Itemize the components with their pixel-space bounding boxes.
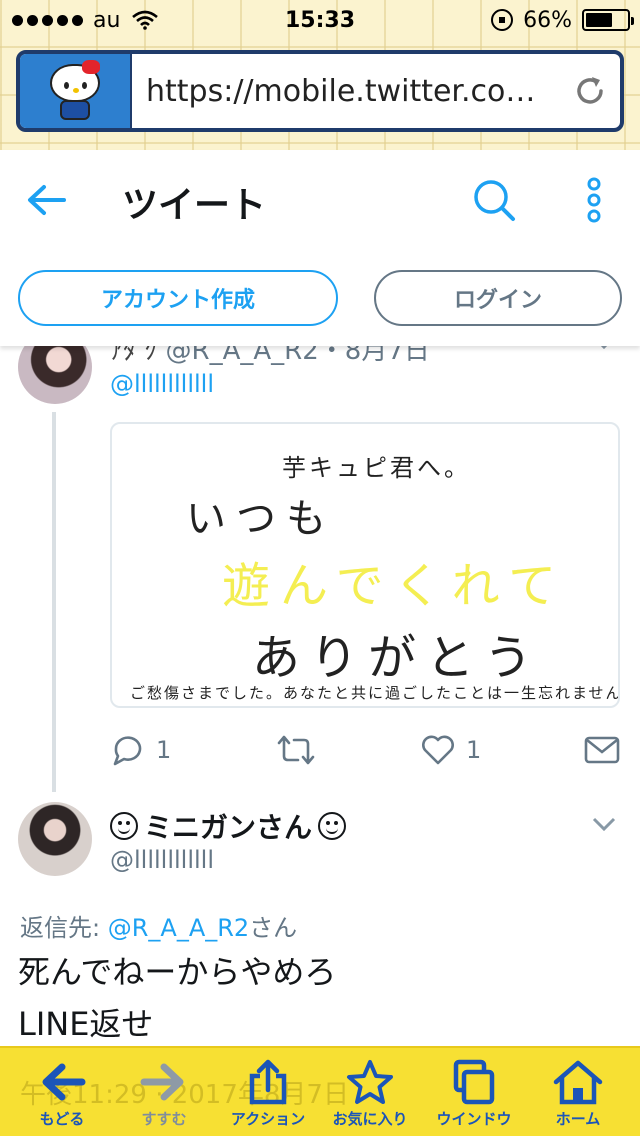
thread-connector xyxy=(52,412,56,792)
back-arrow-icon xyxy=(42,1063,86,1101)
mention-link[interactable]: @llllllllllll xyxy=(110,370,214,398)
action-button[interactable]: アクション xyxy=(218,1058,318,1134)
home-label: ホーム xyxy=(555,1110,601,1128)
back-button[interactable]: もどる xyxy=(12,1058,112,1134)
author-handle: @llllllllllll xyxy=(110,846,215,874)
battery-percent: 66% xyxy=(523,7,572,33)
windows-icon xyxy=(453,1059,495,1105)
heart-icon xyxy=(422,735,454,765)
search-icon[interactable] xyxy=(470,176,518,224)
twitter-header: ツイート アカウント作成 ログイン xyxy=(0,150,640,346)
browser-toolbar: 午後11:29 · 2017年8月7日 もどる すすむ アクション お気に入り … xyxy=(0,1046,640,1136)
favorites-label: お気に入り xyxy=(332,1110,408,1128)
retweet-button[interactable] xyxy=(276,730,316,770)
forward-button[interactable]: すすむ xyxy=(114,1058,214,1134)
image-text-line: ご愁傷さまでした。あなたと共に過ごしたことは一生忘れません xyxy=(130,684,620,702)
home-button[interactable]: ホーム xyxy=(528,1058,628,1134)
forward-label: すすむ xyxy=(141,1110,187,1128)
tweet-text-line: 死んでねーからやめろ xyxy=(18,953,337,991)
signup-button[interactable]: アカウント作成 xyxy=(18,270,338,326)
reply-icon xyxy=(113,736,142,766)
reply-button[interactable]: 1 xyxy=(110,730,171,770)
back-arrow-icon[interactable] xyxy=(22,180,72,220)
image-text-line: 遊んでくれて xyxy=(222,558,567,614)
like-button[interactable]: 1 xyxy=(420,730,481,770)
tweet-text: 死んでねーからやめろ LINE返せ xyxy=(18,946,336,1050)
action-label: アクション xyxy=(230,1110,306,1128)
window-button[interactable]: ウインドウ xyxy=(424,1058,524,1134)
like-count: 1 xyxy=(466,736,482,764)
tweet-text-line: LINE返せ xyxy=(18,1005,154,1043)
star-icon xyxy=(347,1060,393,1104)
chevron-down-icon[interactable] xyxy=(592,816,616,832)
reply-prefix: 返信先: xyxy=(20,914,108,942)
home-icon xyxy=(553,1060,603,1105)
direct-message-button[interactable] xyxy=(584,730,620,770)
tweet-image[interactable]: 芋キュピ君へ。 いつも 遊んでくれて ありがとう ご愁傷さまでした。あなたと共に… xyxy=(110,422,620,708)
image-text-line: 芋キュピ君へ。 xyxy=(282,454,471,482)
battery-icon xyxy=(582,9,634,31)
login-button[interactable]: ログイン xyxy=(374,270,622,326)
smile-emoji-icon xyxy=(110,812,138,840)
more-options-icon[interactable] xyxy=(582,176,606,224)
forward-arrow-icon xyxy=(140,1063,184,1101)
window-label: ウインドウ xyxy=(436,1110,512,1128)
share-icon xyxy=(249,1059,287,1105)
envelope-icon xyxy=(584,736,620,764)
page-title: ツイート xyxy=(122,185,267,226)
hello-kitty-icon xyxy=(46,60,104,122)
reply-context: 返信先: @R_A_A_R2さん xyxy=(20,908,297,943)
tweet-card[interactable]: ｱﾀ ｸ @R_A_A_R2・8月7日 @llllllllllll 芋キュピ君へ… xyxy=(0,330,640,792)
tweet-card[interactable]: ミニガンさん @llllllllllll 返信先: @R_A_A_R2さん 死ん… xyxy=(0,802,640,1046)
reply-count: 1 xyxy=(156,736,172,764)
retweet-icon xyxy=(277,735,315,765)
smile-emoji-icon xyxy=(318,812,347,840)
reply-target-link[interactable]: @R_A_A_R2 xyxy=(108,914,249,942)
reply-suffix: さん xyxy=(249,914,298,942)
reload-icon[interactable] xyxy=(560,73,620,109)
tweet-author-line: ミニガンさん xyxy=(110,806,347,846)
status-bar: au 15:33 66% xyxy=(0,0,640,40)
address-bar[interactable]: https://mobile.twitter.com/im… xyxy=(16,50,624,132)
url-text[interactable]: https://mobile.twitter.com/im… xyxy=(132,74,560,109)
back-label: もどる xyxy=(39,1110,85,1128)
author-name: ミニガンさん xyxy=(144,811,313,844)
tab-thumbnail[interactable] xyxy=(20,54,132,128)
image-text-line: ありがとう xyxy=(252,630,543,686)
favorites-button[interactable]: お気に入り xyxy=(320,1058,420,1134)
tweet-actions: 1 1 xyxy=(110,730,620,770)
orientation-lock-icon xyxy=(491,9,514,31)
image-text-line: いつも xyxy=(186,496,336,542)
avatar[interactable] xyxy=(18,802,92,876)
